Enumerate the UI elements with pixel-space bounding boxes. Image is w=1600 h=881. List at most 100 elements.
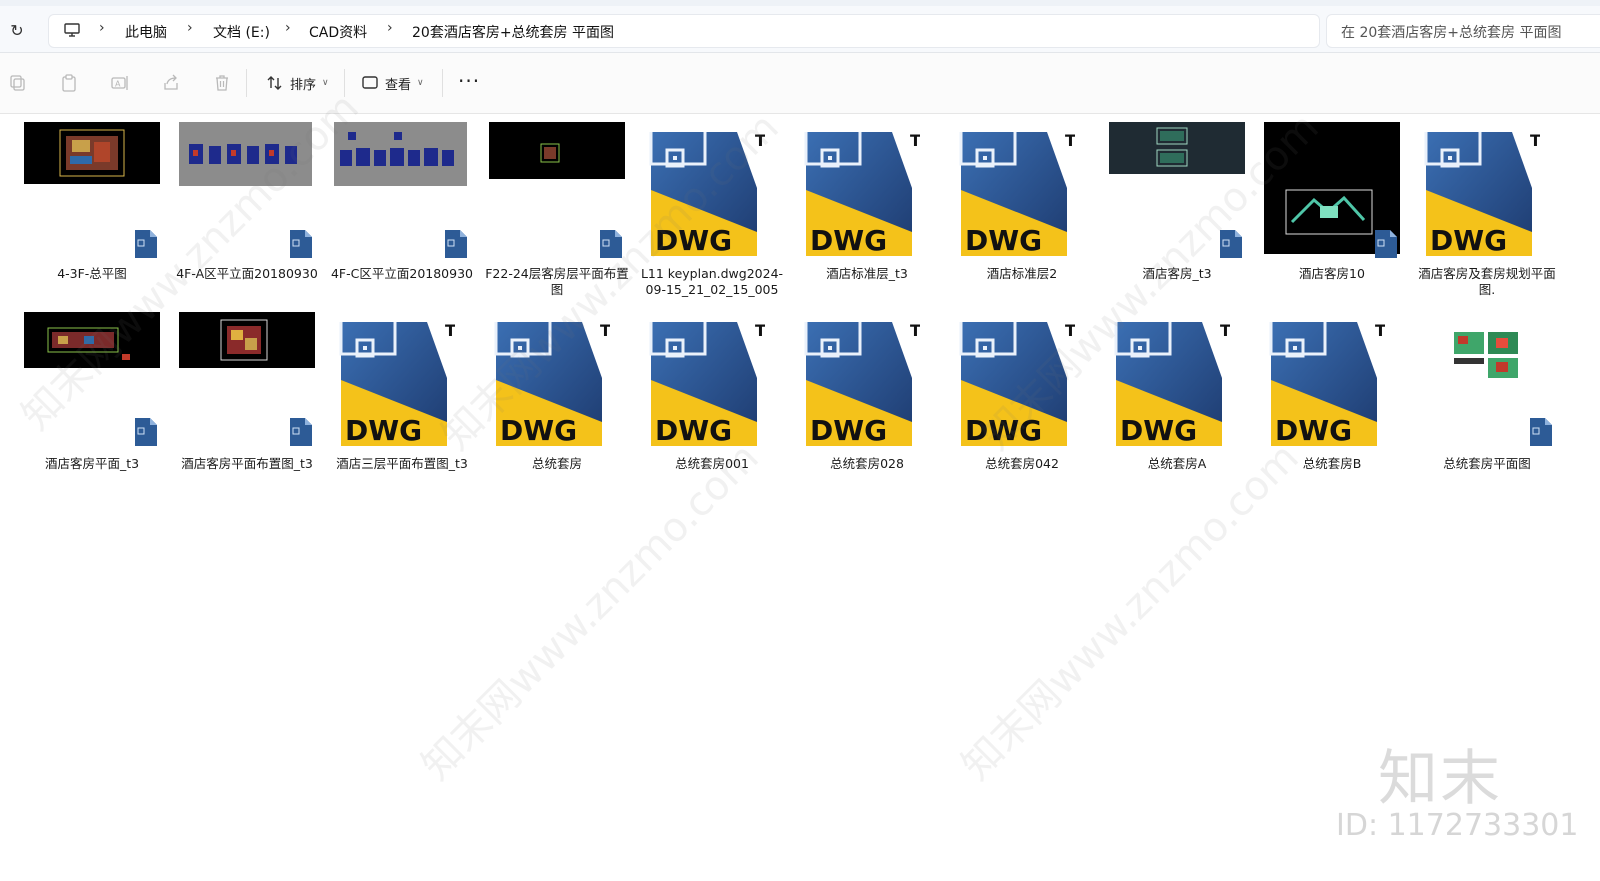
file-name: 总统套房028 (830, 456, 904, 471)
file-name: 总统套房平面图 (1443, 456, 1531, 471)
toolbar-divider (246, 69, 247, 97)
dwg-icon: DWG TM (649, 131, 765, 257)
chevron-right-icon: › (99, 20, 105, 36)
dwg-badge: DWG (1430, 224, 1507, 257)
chevron-right-icon: › (187, 20, 193, 36)
search-placeholder: 在 20套酒店客房+总统套房 平面图 (1341, 25, 1562, 41)
file-item[interactable]: DWG TM 总统套房B (1257, 312, 1407, 498)
file-name: 总统套房042 (985, 456, 1059, 471)
file-item[interactable]: 酒店客房平面布置图_t3 (172, 312, 322, 498)
dwg-tm: TM (445, 321, 455, 340)
toolbar-divider (442, 69, 443, 97)
file-name: 酒店客房平面_t3 (44, 456, 140, 471)
breadcrumb-this-pc[interactable]: 此电脑 (125, 22, 167, 42)
sort-icon (267, 76, 282, 90)
file-name: 4-3F-总平图 (57, 266, 127, 281)
delete-icon[interactable] (212, 73, 232, 93)
file-item[interactable]: DWG TM 总统套房028 (792, 312, 942, 498)
file-item[interactable]: 酒店客房10 (1257, 122, 1407, 308)
breadcrumb-drive[interactable]: 文档 (E:) (213, 22, 270, 42)
share-icon[interactable] (161, 73, 181, 93)
file-item[interactable]: DWG TM 总统套房042 (947, 312, 1097, 498)
dwg-tm: TM (600, 321, 610, 340)
file-thumbnail (334, 122, 467, 186)
file-item[interactable]: 4F-A区平立面20180930 (172, 122, 322, 308)
more-options-button[interactable]: ··· (458, 69, 480, 93)
file-item[interactable]: DWG TM 总统套房A (1102, 312, 1252, 498)
toolbar-divider (344, 69, 345, 97)
file-item[interactable]: 酒店客房_t3 (1102, 122, 1252, 308)
dwg-icon: DWG TM (339, 321, 455, 447)
dwg-icon: DWG TM (959, 321, 1075, 447)
dwg-badge: DWG (965, 414, 1042, 447)
dwg-icon: DWG TM (1269, 321, 1385, 447)
dwg-icon: DWG TM (1114, 321, 1230, 447)
chevron-right-icon: › (387, 20, 393, 36)
breadcrumb-cad-folder[interactable]: CAD资料 (309, 22, 367, 42)
dwg-badge: DWG (1120, 414, 1197, 447)
file-item[interactable]: 4F-C区平立面20180930 (327, 122, 477, 308)
file-item[interactable]: DWG TM 酒店标准层2 (947, 122, 1097, 308)
file-item[interactable]: DWG TM 酒店三层平面布置图_t3 (327, 312, 477, 498)
file-item[interactable]: DWG TM 总统套房001 (637, 312, 787, 498)
file-thumbnail (24, 122, 160, 184)
dwg-badge: DWG (345, 414, 422, 447)
file-name: 酒店客房平面布置图_t3 (181, 456, 313, 471)
address-bar-row: ↻ › 此电脑 › 文档 (E:) › CAD资料 › 20套酒店客房+总统套房… (0, 6, 1600, 53)
file-item[interactable]: 4-3F-总平图 (17, 122, 167, 308)
file-thumbnail (1109, 122, 1245, 174)
file-item[interactable]: 酒店客房平面_t3 (17, 312, 167, 498)
search-input[interactable]: 在 20套酒店客房+总统套房 平面图 (1326, 14, 1600, 48)
dwg-icon: DWG TM (804, 131, 920, 257)
dwg-icon: DWG TM (494, 321, 610, 447)
file-thumbnail (24, 312, 160, 368)
copy-icon[interactable] (8, 73, 28, 93)
command-toolbar: A 排序 ∨ 查看 ∨ ··· (0, 53, 1600, 114)
view-button[interactable]: 查看 ∨ (361, 71, 424, 95)
file-name: F22-24层客房层平面布置图 (485, 266, 629, 297)
file-name: 酒店客房_t3 (1142, 266, 1212, 281)
svg-text:A: A (115, 80, 121, 89)
dwg-badge: DWG (655, 224, 732, 257)
dwg-icon: DWG TM (804, 321, 920, 447)
paste-icon[interactable] (59, 73, 79, 93)
file-name: 总统套房 (531, 456, 582, 471)
address-bar[interactable]: › 此电脑 › 文档 (E:) › CAD资料 › 20套酒店客房+总统套房 平… (48, 14, 1320, 48)
dwg-tm: TM (1375, 321, 1385, 340)
dwg-file-icon (1373, 230, 1397, 258)
view-label: 查看 (385, 77, 412, 93)
computer-icon (64, 23, 80, 37)
watermark-logo: 知末 (1378, 744, 1502, 814)
dwg-badge: DWG (500, 414, 577, 447)
file-item[interactable]: DWG TM 酒店标准层_t3 (792, 122, 942, 308)
chevron-right-icon: › (285, 20, 291, 36)
dwg-file-icon (598, 230, 622, 258)
dwg-tm: TM (910, 321, 920, 340)
rename-icon[interactable]: A (110, 73, 130, 93)
dwg-file-icon (133, 230, 157, 258)
dwg-badge: DWG (655, 414, 732, 447)
dwg-badge: DWG (1275, 414, 1352, 447)
dwg-tm: TM (1220, 321, 1230, 340)
dwg-tm: TM (1065, 321, 1075, 340)
sort-button[interactable]: 排序 ∨ (266, 71, 329, 95)
file-name: 总统套房001 (675, 456, 749, 471)
file-grid: 4-3F-总平图 4F-A区平立面20180930 4F-C区平立面201809… (0, 114, 1600, 881)
refresh-icon[interactable]: ↻ (6, 20, 28, 42)
dwg-tm: TM (755, 321, 765, 340)
file-item[interactable]: F22-24层客房层平面布置图 (482, 122, 632, 308)
file-item[interactable]: 总统套房平面图 (1412, 312, 1562, 498)
file-name: L11 keyplan.dwg2024-09-15_21_02_15_005 (640, 266, 784, 297)
file-name: 酒店标准层_t3 (826, 266, 908, 281)
file-item[interactable]: DWG TM 酒店客房及套房规划平面图. (1412, 122, 1562, 308)
dwg-file-icon (1218, 230, 1242, 258)
dwg-file-icon (288, 230, 312, 258)
file-name: 总统套房B (1302, 456, 1362, 471)
file-item[interactable]: DWG TM L11 keyplan.dwg2024-09-15_21_02_15… (637, 122, 787, 308)
file-thumbnail (1452, 330, 1522, 380)
file-thumbnail (179, 122, 312, 186)
breadcrumb-current-folder[interactable]: 20套酒店客房+总统套房 平面图 (412, 22, 614, 42)
file-item[interactable]: DWG TM 总统套房 (482, 312, 632, 498)
file-name: 酒店客房及套房规划平面图. (1418, 266, 1556, 297)
dwg-badge: DWG (965, 224, 1042, 257)
